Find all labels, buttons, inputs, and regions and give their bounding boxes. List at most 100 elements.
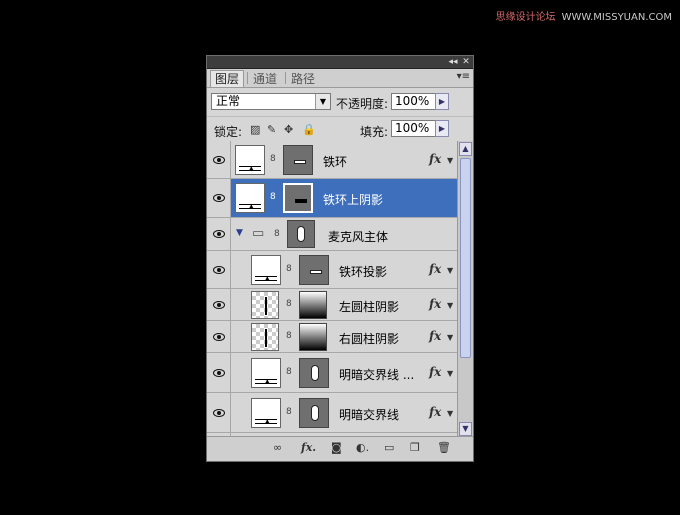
trash-icon[interactable]: 🗑	[437, 442, 451, 454]
link-chain-icon[interactable]: 8	[286, 407, 292, 417]
thumb-line	[265, 329, 267, 347]
fx-icon[interactable]: fx	[429, 152, 441, 166]
vector-mask-thumbnail	[283, 145, 313, 175]
eye-icon[interactable]	[213, 266, 225, 274]
fx-icon[interactable]: fx	[429, 365, 441, 379]
eye-icon[interactable]	[213, 369, 225, 377]
fx-expand-icon[interactable]: ▼	[447, 301, 453, 310]
eye-icon[interactable]	[213, 194, 225, 202]
fx-expand-icon[interactable]: ▼	[447, 156, 453, 165]
vector-mask-thumbnail	[299, 398, 329, 428]
fill-slider-button[interactable]: ▶	[435, 120, 449, 137]
link-chain-icon[interactable]: 8	[286, 331, 292, 341]
layer-row-mingan-jiaojiexian-2[interactable]: ▲ 8 明暗交界线 fx ▼	[207, 393, 457, 433]
link-chain-icon[interactable]: 8	[286, 264, 292, 274]
adjustment-layer-icon[interactable]: ◐.	[356, 442, 369, 454]
watermark-text: 思缘设计论坛	[495, 12, 556, 23]
layer-name[interactable]: 铁环上阴影	[323, 191, 383, 208]
panel-menu-icon[interactable]: ▾≡	[457, 71, 470, 82]
fill-input[interactable]: 100%	[391, 120, 437, 137]
fx-icon[interactable]: fx	[429, 262, 441, 276]
link-chain-icon[interactable]: 8	[286, 367, 292, 377]
eye-icon[interactable]	[213, 156, 225, 164]
layer-row-tiehuan-shang-yinying[interactable]: ▲ 8 铁环上阴影	[207, 179, 457, 218]
tab-layers[interactable]: 图层	[210, 70, 245, 87]
layer-row-tiehuan[interactable]: ▲ 8 铁环 fx ▼	[207, 141, 457, 179]
fx-icon[interactable]: fx	[429, 405, 441, 419]
eye-icon[interactable]	[213, 409, 225, 417]
add-layer-style-icon[interactable]: fx.	[301, 442, 316, 454]
scroll-down-icon[interactable]: ▼	[459, 422, 472, 436]
thumb-line	[255, 383, 277, 384]
thumb-line	[265, 297, 267, 315]
fx-expand-icon[interactable]: ▼	[447, 266, 453, 275]
group-expand-chevron-icon[interactable]: ▼	[236, 228, 243, 238]
lock-fill-row: 锁定: ▨ ✎ ✥ 🔒 填充: 100% ▶	[207, 117, 473, 143]
new-group-icon[interactable]: ▭	[384, 442, 394, 454]
layers-panel: ◂◂ ✕ 图层 通道 路径 ▾≡ 正常 ▼ 不透明度: 100% ▶ 锁定: ▨…	[206, 55, 474, 462]
close-icon[interactable]: ✕	[460, 56, 472, 68]
opacity-slider-button[interactable]: ▶	[435, 93, 449, 110]
eye-icon[interactable]	[213, 230, 225, 238]
tab-bar: 图层 通道 路径 ▾≡	[207, 69, 473, 88]
collapse-icon[interactable]: ◂◂	[447, 56, 459, 68]
layer-group-maikefeng-zhuti[interactable]: ▼ ▭ 8 麦克风主体	[207, 218, 457, 251]
layer-row-you-yuanzhu-yinying[interactable]: 8 右圆柱阴影 fx ▼	[207, 321, 457, 353]
gradient-mask-thumbnail	[299, 291, 327, 319]
link-chain-icon[interactable]: 8	[270, 192, 276, 202]
visibility-toggle[interactable]	[207, 218, 231, 250]
link-chain-icon[interactable]: 8	[270, 154, 276, 164]
layer-row-zuo-yuanzhu-yinying[interactable]: 8 左圆柱阴影 fx ▼	[207, 289, 457, 321]
watermark: 思缘设计论坛 WWW.MISSYUAN.COM	[496, 8, 672, 23]
vector-mask-thumbnail	[299, 255, 329, 285]
fx-expand-icon[interactable]: ▼	[447, 333, 453, 342]
eye-icon[interactable]	[213, 333, 225, 341]
visibility-toggle[interactable]	[207, 179, 231, 217]
fx-expand-icon[interactable]: ▼	[447, 369, 453, 378]
blend-mode-select[interactable]: 正常 ▼	[211, 93, 331, 110]
thumb-triangle-icon: ▲	[265, 418, 270, 425]
layer-name[interactable]: 明暗交界线	[339, 406, 399, 423]
layer-name[interactable]: 明暗交界线 ...	[339, 366, 414, 383]
lock-move-icon[interactable]: ✥	[284, 124, 293, 135]
layer-name[interactable]: 麦克风主体	[328, 228, 388, 245]
layer-row-tiehuan-touying[interactable]: ▲ 8 铁环投影 fx ▼	[207, 251, 457, 289]
link-chain-icon[interactable]: 8	[286, 299, 292, 309]
visibility-toggle[interactable]	[207, 321, 231, 352]
link-chain-icon[interactable]: 8	[274, 229, 280, 239]
thumb-triangle-icon: ▲	[249, 165, 254, 172]
eye-icon[interactable]	[213, 301, 225, 309]
add-mask-icon[interactable]: ◙	[331, 442, 342, 454]
fx-expand-icon[interactable]: ▼	[447, 409, 453, 418]
scroll-thumb[interactable]	[460, 158, 471, 358]
layer-name[interactable]: 右圆柱阴影	[339, 330, 399, 347]
mask-shape	[311, 405, 319, 421]
visibility-toggle[interactable]	[207, 251, 231, 288]
lock-transparent-icon[interactable]: ▨	[250, 124, 260, 135]
link-layers-icon[interactable]: ∞	[273, 442, 282, 454]
layer-scrollbar[interactable]: ▲ ▼	[457, 141, 473, 437]
layer-name[interactable]: 铁环	[323, 153, 347, 170]
lock-all-icon[interactable]: 🔒	[302, 124, 316, 135]
layer-name[interactable]: 左圆柱阴影	[339, 298, 399, 315]
opacity-input[interactable]: 100%	[391, 93, 437, 110]
tab-channels[interactable]: 通道	[249, 71, 281, 87]
visibility-toggle[interactable]	[207, 353, 231, 392]
thumb-triangle-icon: ▲	[249, 203, 254, 210]
new-layer-icon[interactable]: ❐	[410, 442, 420, 454]
mask-shape	[297, 226, 305, 242]
scroll-up-icon[interactable]: ▲	[459, 142, 472, 156]
blend-mode-value: 正常	[216, 94, 241, 108]
layer-row-mingan-jiaojiexian-1[interactable]: ▲ 8 明暗交界线 ... fx ▼	[207, 353, 457, 393]
panel-titlebar: ◂◂ ✕	[207, 56, 473, 69]
mask-shape	[294, 160, 306, 164]
visibility-toggle[interactable]	[207, 289, 231, 320]
lock-paint-icon[interactable]: ✎	[267, 124, 276, 135]
fx-icon[interactable]: fx	[429, 329, 441, 343]
tab-paths[interactable]: 路径	[287, 71, 319, 87]
layer-name[interactable]: 铁环投影	[339, 263, 387, 280]
fx-icon[interactable]: fx	[429, 297, 441, 311]
visibility-toggle[interactable]	[207, 393, 231, 432]
chevron-down-icon[interactable]: ▼	[315, 94, 330, 109]
visibility-toggle[interactable]	[207, 141, 231, 178]
